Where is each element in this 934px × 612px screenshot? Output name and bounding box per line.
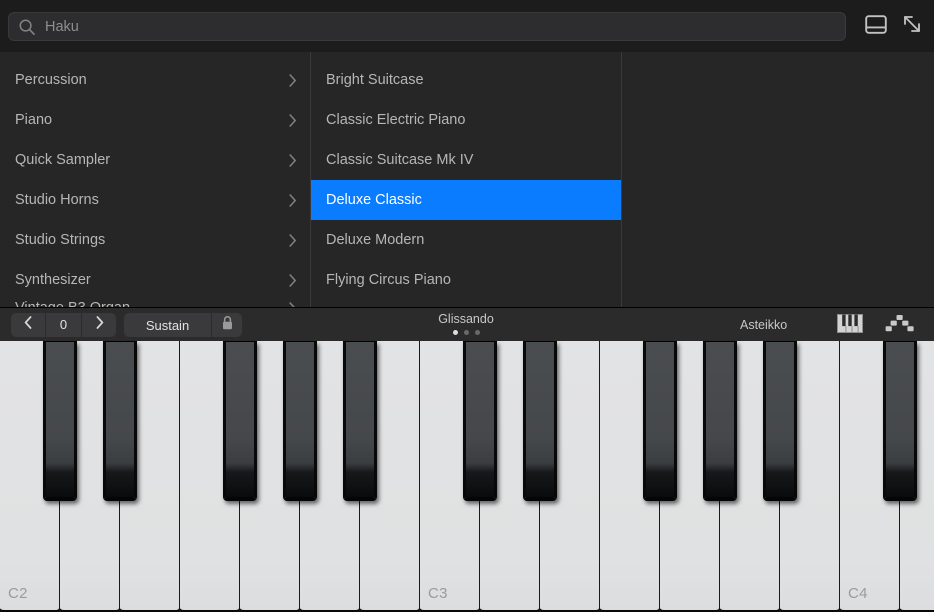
page-dot[interactable] [464,330,469,335]
list-item[interactable]: Vintage B3 Organ [0,300,310,307]
list-item[interactable]: Deluxe Modern [311,220,621,260]
list-item[interactable]: Percussion [0,60,310,100]
diagonal-arrows-icon [901,13,923,40]
library-browser: Percussion Piano Quick Sampler Studio Horns… [0,52,934,307]
black-key[interactable] [883,341,917,501]
list-item[interactable]: Classic Suitcase Mk IV [311,140,621,180]
patch-list: Bright Suitcase Classic Electric Piano Cla… [311,52,621,300]
chevron-right-icon [94,315,105,335]
page-dot[interactable] [453,330,458,335]
expand-button[interactable] [898,13,926,40]
list-item[interactable]: Quick Sampler [0,140,310,180]
scale-label[interactable]: Asteikko [740,318,787,332]
instrument-browser-window: Percussion Piano Quick Sampler Studio Horns… [0,0,934,612]
piano-keys-icon [837,314,863,338]
black-key[interactable] [343,341,377,501]
list-item-label: Quick Sampler [15,152,287,168]
black-key[interactable] [463,341,497,501]
chord-dots-icon [885,314,915,338]
piano-keyboard[interactable]: C2 C3 C4 [0,341,934,612]
chevron-right-icon [287,152,298,168]
list-item-label: Bright Suitcase [326,72,609,88]
glissando-page-dots[interactable] [415,330,517,335]
list-item-label: Studio Horns [15,192,287,208]
list-item-label: Flying Circus Piano [326,272,609,288]
detail-column[interactable] [622,52,934,307]
search-input[interactable] [36,13,845,40]
chevron-right-icon [287,72,298,88]
list-item-label: Vintage B3 Organ [15,300,287,307]
list-item[interactable]: Synthesizer [0,260,310,300]
search-field[interactable] [8,12,846,41]
octave-label: C4 [848,585,868,602]
octave-stepper: 0 [11,313,116,337]
page-dot[interactable] [475,330,480,335]
black-key[interactable] [643,341,677,501]
chevron-right-icon [287,192,298,208]
black-key[interactable] [703,341,737,501]
chevron-left-icon [23,315,34,335]
chevron-right-icon [287,272,298,288]
sustain-lock-button[interactable] [212,313,242,337]
list-item-label: Studio Strings [15,232,287,248]
chevron-right-icon [287,232,298,248]
list-item[interactable]: Bright Suitcase [311,60,621,100]
octave-down-button[interactable] [11,313,45,337]
search-icon [18,18,36,36]
split-view-icon [865,15,887,39]
split-view-button[interactable] [862,13,890,40]
keyboard-view-button[interactable] [833,315,867,336]
list-item-label: Classic Electric Piano [326,112,609,128]
list-item-label: Synthesizer [15,272,287,288]
list-item[interactable]: Piano [0,100,310,140]
list-item[interactable]: Flying Circus Piano [311,260,621,300]
octave-value: 0 [45,313,82,337]
list-item-label: Classic Suitcase Mk IV [326,152,609,168]
black-key[interactable] [283,341,317,501]
octave-label: C2 [8,585,28,602]
glissando-mode[interactable]: Glissando [415,312,517,335]
list-item[interactable]: Deluxe Classic [311,180,621,220]
glissando-label: Glissando [415,312,517,326]
lock-icon [221,315,234,336]
list-item[interactable]: Studio Horns [0,180,310,220]
chevron-right-icon [287,300,298,307]
list-item-label: Deluxe Modern [326,232,609,248]
list-item[interactable]: Classic Electric Piano [311,100,621,140]
list-item-label: Piano [15,112,287,128]
patch-column[interactable]: Bright Suitcase Classic Electric Piano Cla… [311,52,622,307]
black-key[interactable] [763,341,797,501]
black-key[interactable] [223,341,257,501]
chord-view-button[interactable] [883,315,917,336]
sustain-button[interactable]: Sustain [124,313,212,337]
black-key[interactable] [43,341,77,501]
octave-label: C3 [428,585,448,602]
top-bar [0,0,934,52]
keyboard-toolbar: 0 Sustain Glissando [0,307,934,341]
list-item-label: Percussion [15,72,287,88]
list-item[interactable]: Studio Strings [0,220,310,260]
black-key[interactable] [103,341,137,501]
category-list: Percussion Piano Quick Sampler Studio Horns… [0,52,310,307]
category-column[interactable]: Percussion Piano Quick Sampler Studio Horns… [0,52,311,307]
sustain-group: Sustain [124,313,242,337]
list-item-label: Deluxe Classic [326,192,609,208]
black-key[interactable] [523,341,557,501]
chevron-right-icon [287,112,298,128]
octave-up-button[interactable] [82,313,116,337]
